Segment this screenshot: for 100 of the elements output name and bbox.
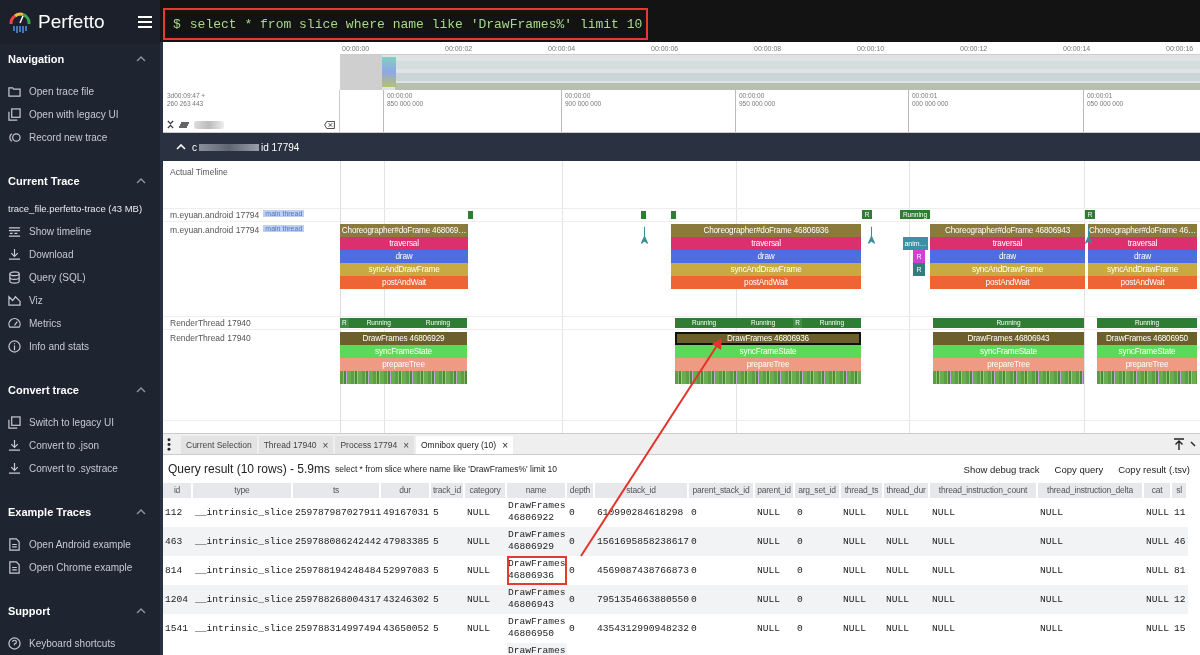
slice[interactable]: postAndWait [671,276,861,289]
sidebar-item[interactable]: Open with legacy UI [0,103,160,126]
slice[interactable]: draw [1088,250,1197,263]
close-icon[interactable]: × [322,439,329,451]
sidebar-item[interactable]: Info and stats [0,335,160,358]
column-header[interactable]: parent_stack_id [689,483,755,498]
sidebar-item[interactable]: Show timeline [0,220,160,243]
column-header[interactable]: stack_id [595,483,689,498]
table-cell: 12 [1172,585,1188,614]
panel-tab[interactable]: Omnibox query (10) × [416,436,513,454]
state-marker[interactable] [641,211,646,219]
sidebar-item[interactable]: Open Android example [0,533,160,556]
flow-arrow-icon[interactable] [868,226,875,245]
column-header[interactable]: dur [381,483,431,498]
blurred-text [199,143,259,151]
panel-tab[interactable]: Thread 17940 × [258,436,334,454]
column-header[interactable]: sl [1172,483,1188,498]
pin-top-icon[interactable] [1174,438,1184,450]
slice[interactable]: Choreographer#doFrame 46806936 [671,224,861,237]
sidebar-item[interactable]: Convert to .json [0,434,160,457]
column-header[interactable]: type [193,483,293,498]
menu-icon[interactable] [138,16,152,28]
more-icon[interactable] [167,437,171,451]
slice[interactable]: postAndWait [1088,276,1197,289]
lines-icon[interactable] [179,120,189,129]
slice[interactable]: draw [340,250,468,263]
collapse-icon[interactable] [167,120,174,129]
table-cell-text: NULL [756,564,782,578]
app-title: Perfetto [38,11,106,33]
table-cell-text: NULL [931,622,957,636]
column-header[interactable]: track_id [431,483,465,498]
slice[interactable]: draw [930,250,1085,263]
sidebar-item[interactable]: Open Chrome example [0,556,160,579]
slice[interactable]: DrawFrames 46806950 [1097,332,1197,345]
action-button[interactable]: Copy query [1049,463,1109,475]
sidebar-item[interactable]: Convert to .systrace [0,457,160,480]
slice[interactable]: postAndWait [930,276,1085,289]
action-button[interactable]: Show debug track [958,463,1045,475]
sidebar-item[interactable]: Query (SQL) [0,266,160,289]
flow-arrow-icon[interactable] [641,226,648,245]
sidebar-item[interactable]: Record new trace [0,126,160,149]
panel-tab[interactable]: Process 17794 × [335,436,414,454]
sidebar-item[interactable]: Viz [0,289,160,312]
action-button[interactable]: Copy result (.tsv) [1113,463,1195,475]
state-marker[interactable] [468,211,473,219]
process-id: id 17794 [261,141,300,153]
sidebar-item[interactable]: Open trace file [0,80,160,103]
column-header[interactable]: thread_dur [884,483,930,498]
table-cell-text: 43650052 [382,622,431,636]
sidebar-item[interactable]: Metrics [0,312,160,335]
slice[interactable]: traversal [671,237,861,250]
table-cell-text: 1541 [164,622,190,636]
slice[interactable]: postAndWait [340,276,468,289]
slice[interactable]: traversal [1088,237,1197,250]
table-cell-text: 49167031 [382,506,431,520]
track-name: Actual Timeline [170,167,228,177]
column-header[interactable]: name [507,483,567,498]
slice[interactable]: traversal [340,237,468,250]
table-cell: 0 [567,527,595,556]
slice[interactable]: DrawFrames 46806929 [340,332,467,345]
slice[interactable]: DrawFrames 46806943 [933,332,1084,345]
omnibox-field[interactable]: $ select * from slice where name like 'DrawFrames%' limit 10 [163,8,648,40]
table-cell-text: __intrinsic_slice [194,622,293,636]
section-title: Example Traces [8,506,92,518]
table-cell-text: 5 [432,506,440,520]
chevron-icon[interactable] [1190,441,1196,447]
slice[interactable]: traversal [930,237,1085,250]
column-header[interactable]: id [163,483,193,498]
slice[interactable]: Choreographer#doFrame 468069… [340,224,468,237]
sidebar-item[interactable]: Download [0,243,160,266]
table-cell-text: 0 [690,622,698,636]
column-header[interactable]: thread_instruction_count [930,483,1038,498]
help-icon [8,637,21,650]
panel-tab[interactable]: Current Selection [181,436,257,454]
backspace-icon[interactable] [324,120,335,129]
column-header[interactable]: thread_ts [841,483,884,498]
column-header[interactable]: depth [567,483,595,498]
close-icon[interactable]: × [403,439,409,451]
column-header[interactable]: cat [1144,483,1172,498]
table-cell: 1204 [163,585,193,614]
close-icon[interactable]: × [502,439,508,451]
sidebar-item[interactable]: Switch to legacy UI [0,411,160,434]
table-cell: NULL [841,527,884,556]
column-header[interactable]: arg_set_id [795,483,841,498]
table-cell-text: 259788314997494 [294,622,381,636]
column-header[interactable]: parent_id [755,483,795,498]
column-header[interactable]: ts [293,483,381,498]
file-icon [8,538,21,551]
table-cell: DrawFrames 46806936 [507,556,567,585]
slice[interactable]: draw [671,250,861,263]
db-icon [8,271,21,284]
slice[interactable]: Choreographer#doFrame 46806943 [930,224,1085,237]
sidebar-item[interactable]: Keyboard shortcuts [0,632,160,655]
table-cell-text: 0 [796,622,804,636]
column-header[interactable]: category [465,483,507,498]
folder-icon [8,85,21,98]
slice[interactable]: DrawFrames 46806936 [675,332,861,345]
slice[interactable]: Choreographer#doFrame 46… [1088,224,1197,237]
column-header[interactable]: thread_instruction_delta [1038,483,1144,498]
state-marker[interactable] [671,211,676,219]
